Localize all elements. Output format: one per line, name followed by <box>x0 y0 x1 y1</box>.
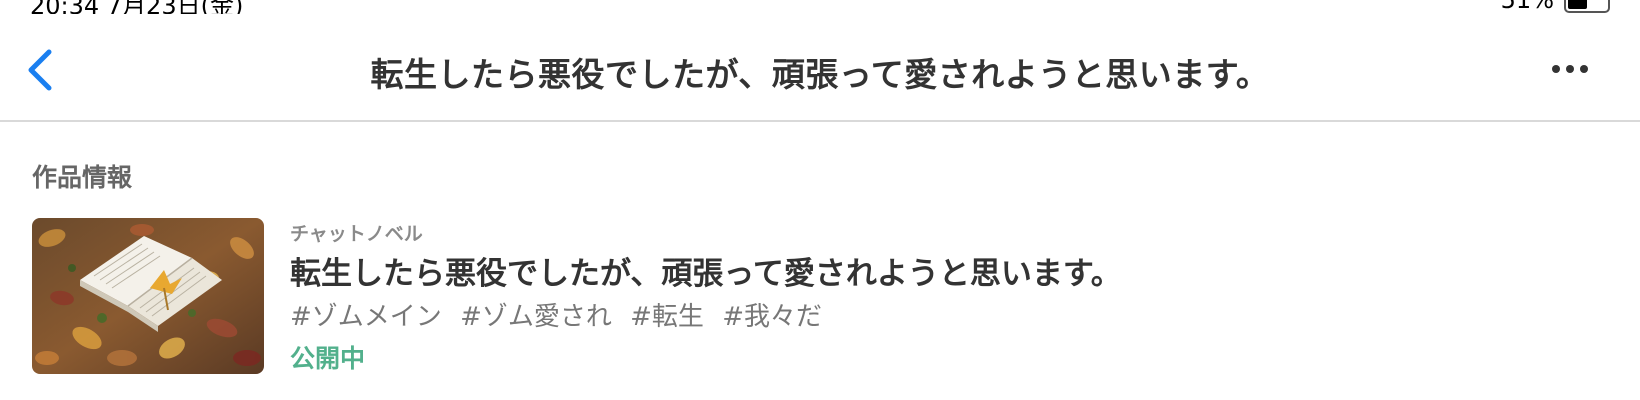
work-card[interactable]: チャットノベル 転生したら悪役でしたが、頑張って愛されようと思います。 #ゾムメ… <box>32 218 1532 378</box>
tag-link[interactable]: #転生 <box>630 302 704 332</box>
status-time: 20:34 7月23日(金) <box>30 0 244 14</box>
navigation-bar: 転生したら悪役でしたが、頑張って愛されようと思います。 <box>0 14 1640 122</box>
work-title: 転生したら悪役でしたが、頑張って愛されようと思います。 <box>290 256 1122 292</box>
ellipsis-icon <box>1552 65 1560 73</box>
battery-icon <box>1564 0 1610 13</box>
work-tags: #ゾムメイン #ゾム愛され #転生 #我々だ <box>290 296 1532 338</box>
page-title: 転生したら悪役でしたが、頑張って愛されようと思います。 <box>370 55 1270 94</box>
status-badge: 公開中 <box>290 344 366 373</box>
tag-link[interactable]: #ゾムメイン <box>290 302 442 332</box>
more-options-button[interactable] <box>1540 54 1600 84</box>
battery-percent: 51% <box>1500 0 1554 14</box>
tag-link[interactable]: #ゾム愛され <box>460 302 612 332</box>
status-bar: 20:34 7月23日(金) 51% <box>0 0 1640 14</box>
work-type-label: チャットノベル <box>290 223 423 245</box>
chevron-left-icon <box>28 49 52 91</box>
work-meta: チャットノベル 転生したら悪役でしたが、頑張って愛されようと思います。 #ゾムメ… <box>290 220 1532 380</box>
back-button[interactable] <box>18 44 62 96</box>
status-indicators: 51% <box>1501 0 1610 14</box>
section-title: 作品情報 <box>32 163 133 192</box>
work-thumbnail <box>32 218 264 374</box>
open-book-on-autumn-leaves-image <box>32 218 264 374</box>
tag-link[interactable]: #我々だ <box>722 302 822 332</box>
